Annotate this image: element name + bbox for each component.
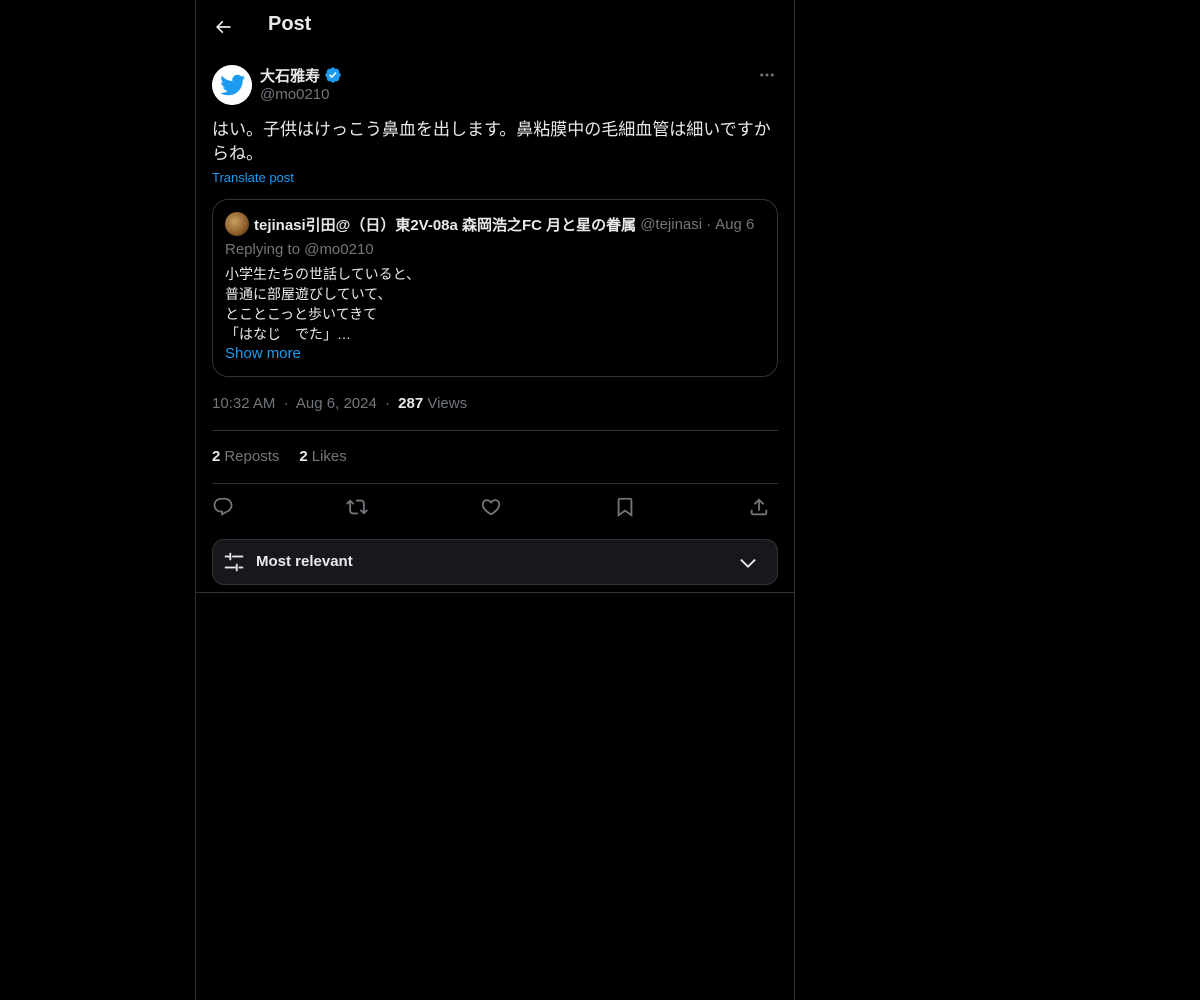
author-display-name[interactable]: 大石雅寿 bbox=[260, 65, 320, 86]
name-row: 大石雅寿 bbox=[260, 65, 342, 85]
more-options-button[interactable] bbox=[756, 65, 778, 85]
quoted-post[interactable]: tejinasi引田@（日）東2V-08a 森岡浩之FC 月と星の眷属 @tej… bbox=[212, 199, 778, 377]
reposts-label: Reposts bbox=[224, 448, 280, 465]
share-button[interactable] bbox=[746, 494, 772, 520]
bookmark-icon bbox=[617, 497, 633, 518]
quote-display-name: tejinasi引田@（日）東2V-08a 森岡浩之FC 月と星の眷属 bbox=[254, 217, 637, 234]
views-count: 287 bbox=[398, 395, 424, 412]
divider bbox=[196, 592, 794, 593]
repost-icon bbox=[346, 499, 368, 515]
quote-text: 小学生たちの世話していると、 普通に部屋遊びしていて、 とことこっと歩いてきて … bbox=[225, 264, 420, 344]
divider bbox=[212, 483, 778, 484]
quote-text-line: 「はなじ でた」… bbox=[225, 326, 351, 342]
quote-text-line: とことこっと歩いてきて bbox=[225, 306, 378, 322]
post-column: Post 大石雅寿 @mo0210 はい。子供はけっこう鼻血を出します。鼻粘膜中… bbox=[195, 0, 795, 1000]
reposts-stat[interactable]: 2 Reposts bbox=[212, 448, 279, 465]
page-title: Post bbox=[268, 13, 312, 35]
quote-separator: · bbox=[706, 216, 712, 233]
likes-stat[interactable]: 2 Likes bbox=[299, 448, 346, 465]
divider bbox=[212, 430, 778, 431]
reposts-count: 2 bbox=[212, 448, 221, 465]
post-stats: 2 Reposts 2 Likes bbox=[212, 448, 367, 465]
quote-handle: @tejinasi bbox=[640, 216, 703, 233]
quote-date: Aug 6 bbox=[715, 216, 755, 233]
post-text: はい。子供はけっこう鼻血を出します。鼻粘膜中の毛細血管は細いですからね。 bbox=[212, 120, 771, 163]
like-icon bbox=[481, 499, 501, 516]
reply-button[interactable] bbox=[210, 494, 236, 520]
repost-button[interactable] bbox=[344, 494, 370, 520]
likes-label: Likes bbox=[311, 448, 347, 465]
quote-replying-to: Replying to @mo0210 bbox=[225, 241, 374, 258]
post-meta: 10:32 AM · Aug 6, 2024 · 287 Views bbox=[212, 395, 467, 412]
like-button[interactable] bbox=[478, 494, 504, 520]
more-horizontal-icon bbox=[760, 73, 774, 77]
quote-text-line: 小学生たちの世話していると、 bbox=[225, 266, 421, 282]
post-date[interactable]: Aug 6, 2024 bbox=[296, 395, 377, 412]
chevron-down-icon bbox=[740, 558, 756, 568]
sort-label: Most relevant bbox=[256, 553, 353, 570]
reply-icon bbox=[213, 497, 233, 516]
share-icon bbox=[750, 498, 768, 516]
meta-separator: · bbox=[283, 395, 289, 412]
quote-header: tejinasi引田@（日）東2V-08a 森岡浩之FC 月と星の眷属 @tej… bbox=[254, 214, 754, 235]
post-time[interactable]: 10:32 AM bbox=[212, 395, 275, 412]
bookmark-button[interactable] bbox=[612, 494, 638, 520]
verified-badge-icon bbox=[324, 66, 342, 84]
sliders-icon bbox=[224, 552, 244, 572]
translate-post-link[interactable]: Translate post bbox=[212, 170, 294, 185]
avatar[interactable] bbox=[212, 65, 252, 105]
post-author: 大石雅寿 @mo0210 bbox=[212, 65, 778, 109]
meta-separator: · bbox=[384, 395, 390, 412]
likes-count: 2 bbox=[299, 448, 308, 465]
quote-avatar bbox=[225, 212, 249, 236]
views-label: Views bbox=[427, 395, 468, 412]
arrow-left-icon bbox=[215, 20, 231, 34]
sort-replies-dropdown[interactable]: Most relevant bbox=[212, 539, 778, 585]
back-button[interactable] bbox=[210, 14, 236, 40]
post-actions bbox=[212, 494, 778, 520]
author-handle[interactable]: @mo0210 bbox=[260, 86, 329, 103]
quote-text-line: 普通に部屋遊びしていて、 bbox=[225, 286, 392, 302]
twitter-bird-icon bbox=[212, 65, 252, 105]
post-header: Post bbox=[196, 0, 794, 54]
show-more-link[interactable]: Show more bbox=[225, 345, 301, 362]
